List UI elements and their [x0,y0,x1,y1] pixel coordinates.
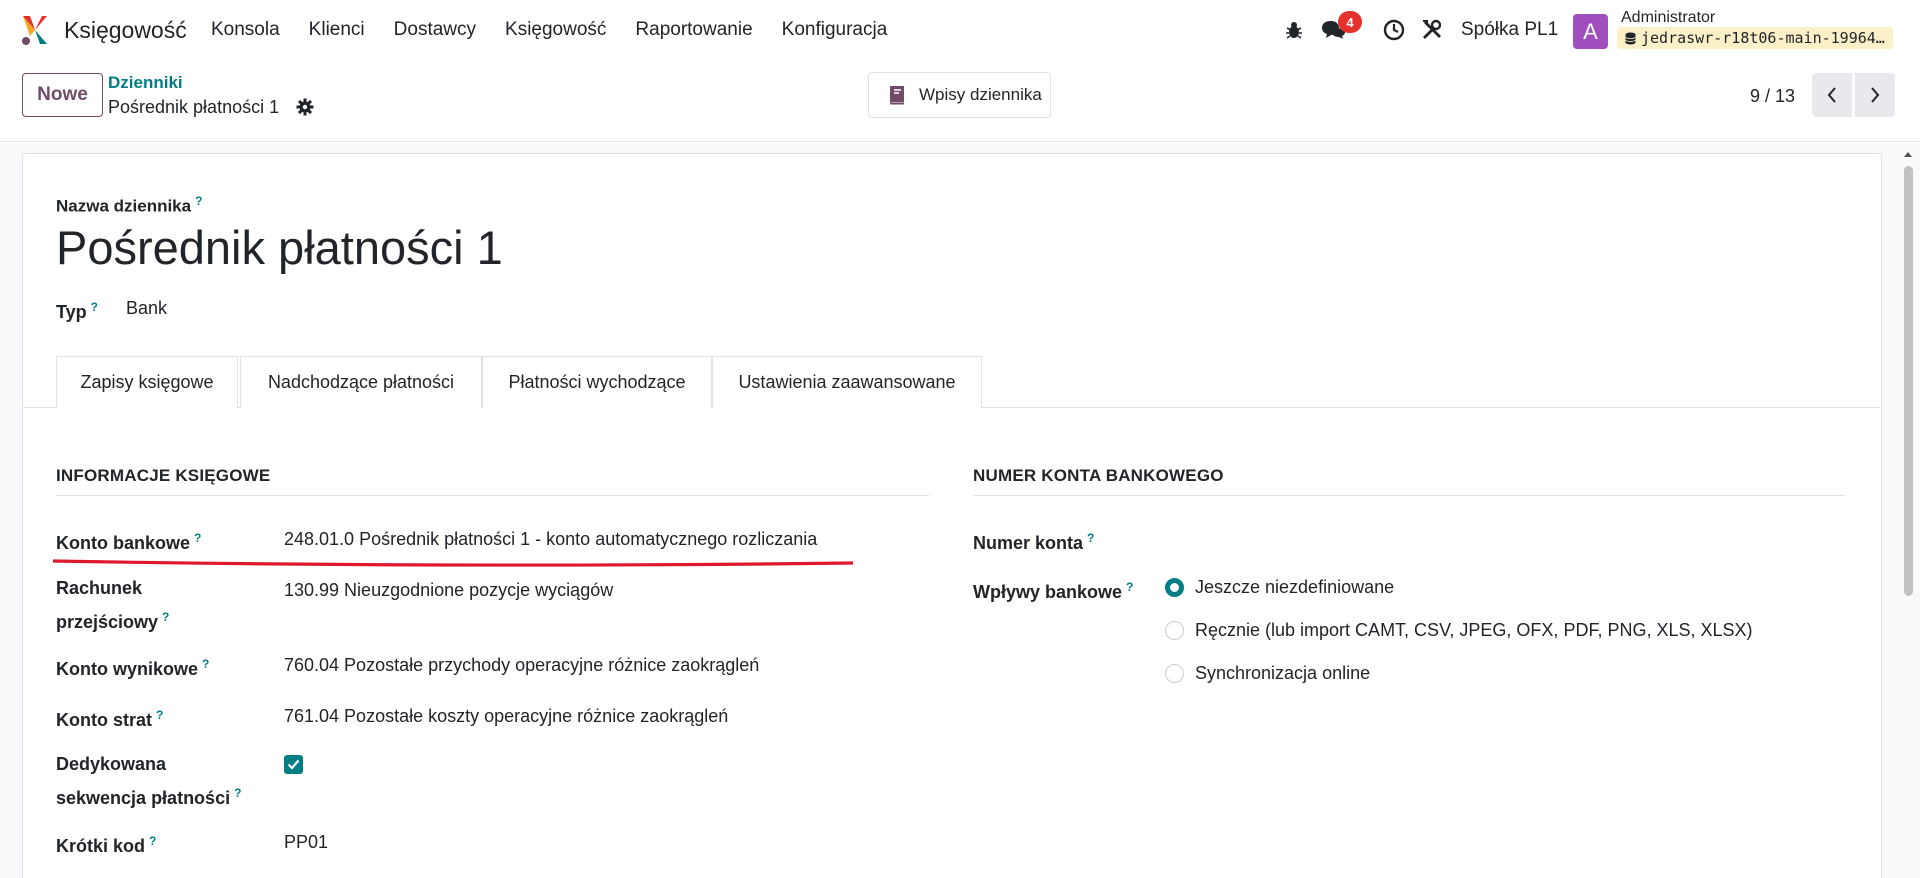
short-code-field[interactable]: PP01 [284,828,328,857]
menu-item-konsola[interactable]: Konsola [211,19,280,41]
main-menu: Konsola Klienci Dostawcy Księgowość Rapo… [211,19,916,41]
pager-value[interactable]: 9 / 13 [1750,86,1795,107]
journal-name-field[interactable]: Pośrednik płatności 1 [56,220,503,275]
book-icon [890,86,904,105]
messages-badge: 4 [1338,11,1362,33]
scrollbar-thumb[interactable] [1904,166,1913,596]
new-button[interactable]: Nowe [22,73,103,117]
menu-item-raportowanie[interactable]: Raportowanie [635,19,752,41]
breadcrumb-parent[interactable]: Dzienniki [108,73,183,93]
chevron-left-icon [1827,87,1836,103]
activity-clock-icon[interactable] [1380,14,1408,46]
dedicated-sequence-label-line1: Dedykowana [56,754,167,774]
bank-feeds-label: Wpływy bankowe? [973,580,1134,602]
bank-account-number-section-title: NUMER KONTA BANKOWEGO [973,466,1845,496]
account-number-label: Numer konta? [973,531,1095,553]
checkmark-icon [287,759,300,770]
top-navbar: Księgowość Konsola Klienci Dostawcy Księ… [0,0,1920,60]
vertical-scrollbar[interactable] [1900,150,1916,878]
scroll-up-arrow-icon[interactable] [1903,150,1913,158]
bank-account-label: Konto bankowe? [56,531,202,553]
loss-account-field[interactable]: 761.04 Pozostałe koszty operacyjne różni… [284,702,728,731]
dedicated-sequence-label-line2: sekwencja płatności? [56,786,242,808]
radio-feeds-undefined-label[interactable]: Jeszcze niezdefiniowane [1195,573,1394,602]
database-icon [1625,32,1636,44]
chevron-right-icon [1871,87,1880,103]
type-field[interactable]: Bank [126,294,167,323]
suspense-account-field[interactable]: 130.99 Nieuzgodnione pozycje wyciągów [284,576,613,605]
user-name[interactable]: Administrator [1621,9,1715,27]
radio-feeds-online-label[interactable]: Synchronizacja online [1195,659,1370,688]
journal-entries-label: Wpisy dziennika [919,85,1042,104]
bank-account-field[interactable]: 248.01.0 Pośrednik płatności 1 - konto a… [284,525,817,554]
notebook-tabs: Zapisy księgowe Nadchodzące płatności Pł… [22,356,1880,409]
tab-advanced-settings[interactable]: Ustawienia zaawansowane [712,356,982,408]
journal-name-label: Nazwa dziennika? [56,194,203,216]
company-switcher[interactable]: Spółka PL1 [1461,19,1558,41]
database-name: jedraswr-r18t06-main-19964… [1641,29,1885,47]
control-panel: Nowe Dzienniki Pośrednik płatności 1 Wpi… [0,60,1920,142]
menu-item-konfiguracja[interactable]: Konfiguracja [782,19,888,41]
database-chip: jedraswr-r18t06-main-19964… [1617,27,1893,49]
tab-outgoing-payments[interactable]: Płatności wychodzące [482,356,712,408]
app-logo-icon[interactable] [20,14,50,46]
profit-account-field[interactable]: 760.04 Pozostałe przychody operacyjne ró… [284,651,759,680]
tab-incoming-payments[interactable]: Nadchodzące płatności [240,356,482,408]
short-code-label: Krótki kod? [56,834,157,856]
menu-item-dostawcy[interactable]: Dostawcy [394,19,476,41]
profit-account-label: Konto wynikowe? [56,657,210,679]
accounting-info-section-title: INFORMACJE KSIĘGOWE [56,466,929,496]
radio-feeds-manual[interactable] [1165,621,1184,640]
red-annotation-underline [53,559,853,567]
radio-feeds-online[interactable] [1165,664,1184,683]
debug-bug-icon[interactable] [1280,14,1308,46]
loss-account-label: Konto strat? [56,708,164,730]
dedicated-sequence-checkbox[interactable] [284,755,303,774]
type-label: Typ? [56,300,99,322]
pager-previous-button[interactable] [1812,73,1852,117]
menu-item-ksiegowosc[interactable]: Księgowość [505,19,606,41]
tab-accounting-entries[interactable]: Zapisy księgowe [56,356,238,409]
radio-feeds-manual-label[interactable]: Ręcznie (lub import CAMT, CSV, JPEG, OFX… [1195,616,1753,645]
breadcrumb-current: Pośrednik płatności 1 [108,97,280,117]
pager-next-button[interactable] [1855,73,1895,117]
app-name[interactable]: Księgowość [64,17,187,44]
gear-icon[interactable] [296,98,314,116]
suspense-account-label-line1: Rachunek [56,578,143,598]
radio-feeds-undefined[interactable] [1165,578,1184,597]
menu-item-klienci[interactable]: Klienci [309,19,365,41]
user-avatar[interactable]: A [1573,14,1608,49]
journal-entries-button[interactable]: Wpisy dziennika [868,72,1051,118]
tools-icon[interactable] [1418,14,1446,46]
suspense-account-label-line2: przejściowy? [56,610,170,632]
